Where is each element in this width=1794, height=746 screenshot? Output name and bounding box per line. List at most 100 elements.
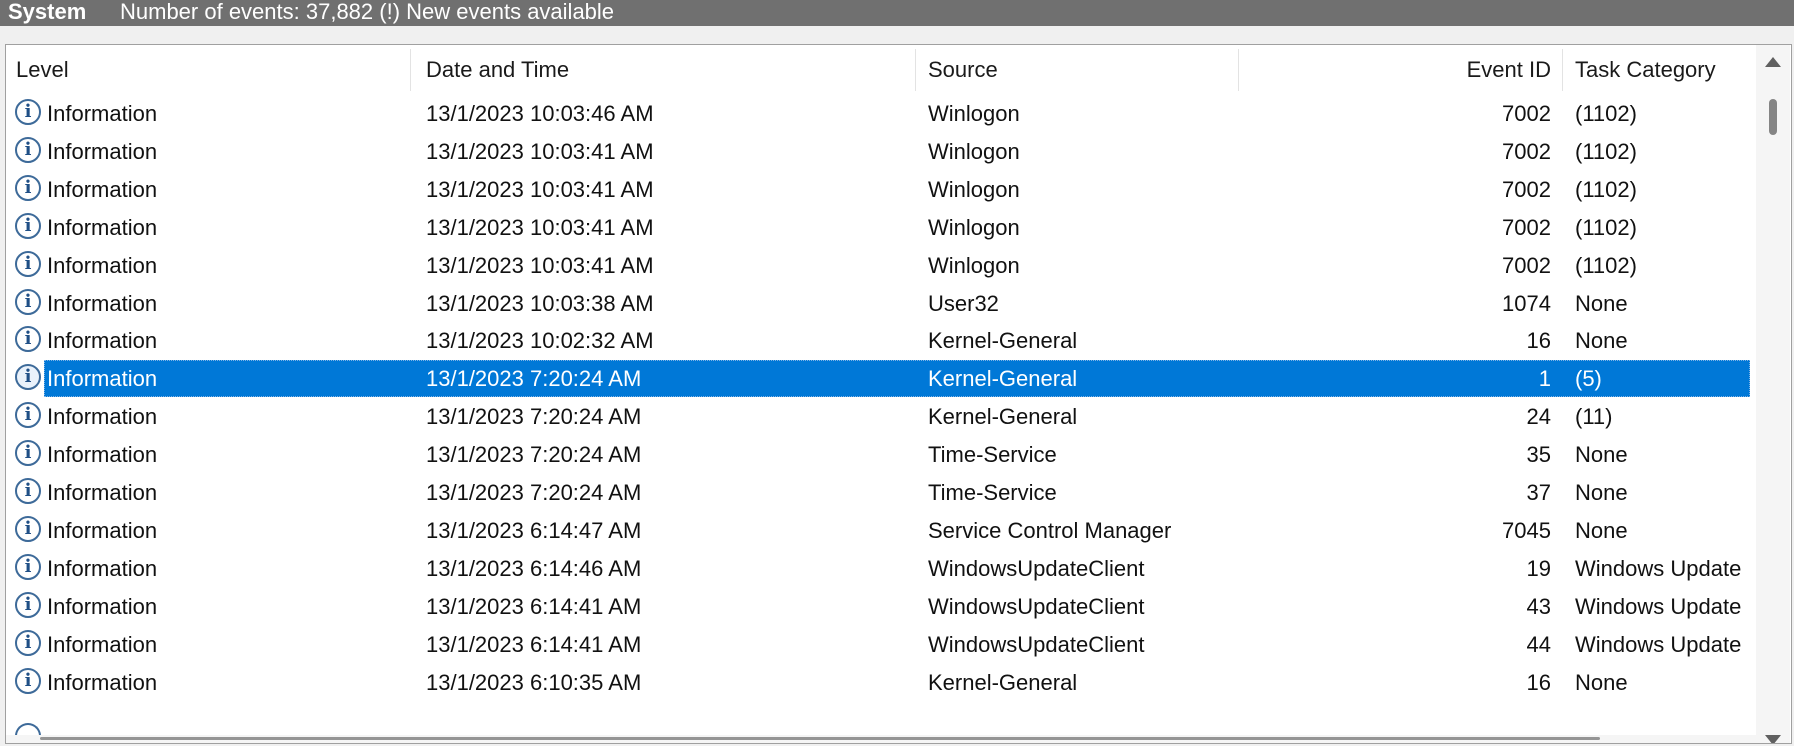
- cell-task-category: (1102): [1575, 176, 1637, 202]
- scroll-down-arrow-icon[interactable]: [1765, 735, 1781, 743]
- cell-date-time: 13/1/2023 6:14:46 AM: [426, 555, 642, 581]
- cell-task-category: (1102): [1575, 138, 1637, 164]
- cell-source: Service Control Manager: [928, 517, 1172, 543]
- event-row[interactable]: i Information 13/1/2023 7:20:24 AM Time-Ser…: [6, 474, 1751, 512]
- event-row[interactable]: i Information 13/1/2023 6:14:41 AM WindowsU…: [6, 588, 1751, 626]
- cell-task-category: None: [1575, 517, 1628, 543]
- cell-level: Information: [47, 669, 158, 695]
- log-name: System: [8, 0, 87, 24]
- cell-task-category: None: [1575, 290, 1628, 316]
- information-icon: i: [15, 326, 41, 353]
- event-row[interactable]: i Information 13/1/2023 10:03:46 AM Winlogo…: [6, 95, 1751, 133]
- cell-level: Information: [47, 593, 158, 619]
- column-header-event-id[interactable]: Event ID: [1239, 45, 1563, 95]
- cell-level: Information: [47, 176, 158, 202]
- information-icon: i: [15, 591, 41, 618]
- cell-event-id: 19: [1526, 555, 1551, 581]
- cell-source: WindowsUpdateClient: [928, 593, 1145, 619]
- cell-task-category: None: [1575, 442, 1628, 468]
- column-header-task-category[interactable]: Task Category: [1563, 45, 1751, 95]
- information-icon: i: [15, 515, 41, 542]
- cell-task-category: (1102): [1575, 252, 1637, 278]
- cell-date-time: 13/1/2023 6:14:47 AM: [426, 517, 642, 543]
- cell-date-time: 13/1/2023 10:02:32 AM: [426, 328, 654, 354]
- event-row[interactable]: i Information 13/1/2023 10:03:41 AM Winlogo…: [6, 171, 1751, 209]
- vertical-scrollbar[interactable]: [1756, 45, 1790, 743]
- cell-source: User32: [928, 290, 999, 316]
- event-row[interactable]: i Information 13/1/2023 6:14:41 AM WindowsU…: [6, 626, 1751, 664]
- cell-source: WindowsUpdateClient: [928, 555, 1145, 581]
- cell-event-id: 7045: [1502, 517, 1551, 543]
- horizontal-scroll-thumb[interactable]: [40, 737, 1600, 740]
- cell-source: Kernel-General: [928, 404, 1078, 430]
- cell-source: Kernel-General: [928, 366, 1078, 392]
- horizontal-scrollbar[interactable]: [6, 735, 1756, 743]
- cell-task-category: (11): [1575, 404, 1613, 430]
- information-icon: i: [15, 440, 41, 467]
- events-table-body: i Information 13/1/2023 10:03:46 AM Winlogo…: [6, 95, 1751, 735]
- cell-level: Information: [47, 631, 158, 657]
- event-row[interactable]: i Information 13/1/2023 7:20:24 AM Kernel-G…: [6, 360, 1751, 398]
- cell-date-time: 13/1/2023 10:03:41 AM: [426, 176, 654, 202]
- cell-level: Information: [47, 442, 158, 468]
- column-header-task-category-label: Task Category: [1575, 57, 1716, 82]
- event-row[interactable]: i Information 13/1/2023 10:03:38 AM User32 1…: [6, 285, 1751, 323]
- cell-task-category: None: [1575, 328, 1628, 354]
- column-header-source-label: Source: [928, 57, 998, 82]
- information-icon: i: [15, 478, 41, 504]
- information-icon: i: [15, 629, 41, 656]
- cell-source: Winlogon: [928, 252, 1020, 278]
- cell-level: Information: [47, 366, 158, 392]
- cell-event-id: 7002: [1502, 252, 1551, 278]
- information-icon: i: [15, 99, 41, 125]
- cell-date-time: 13/1/2023 10:03:38 AM: [426, 290, 654, 316]
- cell-level: Information: [47, 328, 158, 354]
- event-row[interactable]: i Information 13/1/2023 10:03:41 AM Winlogo…: [6, 247, 1751, 285]
- column-header-row: Level Date and Time Source Event ID Task…: [6, 45, 1751, 95]
- cell-task-category: (5): [1575, 366, 1602, 392]
- cell-task-category: None: [1575, 480, 1628, 505]
- cell-date-time: 13/1/2023 6:14:41 AM: [426, 631, 642, 657]
- column-header-level[interactable]: Level: [6, 45, 411, 95]
- cell-date-time: 13/1/2023 6:10:35 AM: [426, 669, 642, 695]
- information-icon: i: [15, 402, 41, 429]
- cell-source: Time-Service: [928, 442, 1057, 468]
- column-header-date-time[interactable]: Date and Time: [411, 45, 916, 95]
- cell-task-category: None: [1575, 669, 1628, 695]
- cell-event-id: 1074: [1502, 290, 1551, 316]
- vertical-scroll-thumb[interactable]: [1769, 99, 1777, 135]
- cell-level: Information: [47, 517, 158, 543]
- information-icon: i: [15, 288, 41, 315]
- event-row[interactable]: i Information 13/1/2023 10:03:41 AM Winlogo…: [6, 209, 1751, 247]
- cell-source: Kernel-General: [928, 669, 1078, 695]
- cell-level: Information: [47, 290, 158, 316]
- cell-event-id: 35: [1526, 442, 1551, 468]
- cell-date-time: 13/1/2023 6:14:41 AM: [426, 593, 642, 619]
- event-row[interactable]: i Information 13/1/2023 6:14:47 AM Service …: [6, 512, 1751, 550]
- cell-event-id: 7002: [1502, 214, 1551, 240]
- cell-event-id: 16: [1526, 328, 1551, 354]
- scroll-up-arrow-icon[interactable]: [1765, 57, 1781, 67]
- event-row[interactable]: i Information 13/1/2023 6:14:46 AM WindowsU…: [6, 550, 1751, 588]
- event-row-partial[interactable]: [6, 701, 1751, 735]
- event-row[interactable]: i Information 13/1/2023 7:20:24 AM Time-Ser…: [6, 436, 1751, 474]
- cell-source: Winlogon: [928, 214, 1020, 240]
- cell-level: Information: [47, 214, 158, 240]
- information-icon: i: [15, 212, 41, 239]
- event-count-status[interactable]: Number of events: 37,882 (!) New events …: [120, 0, 614, 24]
- event-row[interactable]: i Information 13/1/2023 7:20:24 AM Kernel-G…: [6, 398, 1751, 436]
- cell-date-time: 13/1/2023 10:03:46 AM: [426, 101, 654, 126]
- column-header-source[interactable]: Source: [916, 45, 1239, 95]
- cell-date-time: 13/1/2023 10:03:41 AM: [426, 138, 654, 164]
- cell-source: Kernel-General: [928, 328, 1078, 354]
- cell-event-id: 43: [1526, 593, 1551, 619]
- event-row[interactable]: i Information 13/1/2023 10:03:41 AM Winlogo…: [6, 133, 1751, 171]
- events-list-panel: Level Date and Time Source Event ID Task…: [5, 44, 1792, 744]
- cell-event-id: 16: [1526, 669, 1551, 695]
- cell-task-category: (1102): [1575, 214, 1637, 240]
- information-icon: [15, 723, 41, 735]
- event-row[interactable]: i Information 13/1/2023 10:02:32 AM Kernel-…: [6, 322, 1751, 360]
- cell-level: Information: [47, 138, 158, 164]
- cell-level: Information: [47, 404, 158, 430]
- event-row[interactable]: i Information 13/1/2023 6:10:35 AM Kernel-G…: [6, 664, 1751, 702]
